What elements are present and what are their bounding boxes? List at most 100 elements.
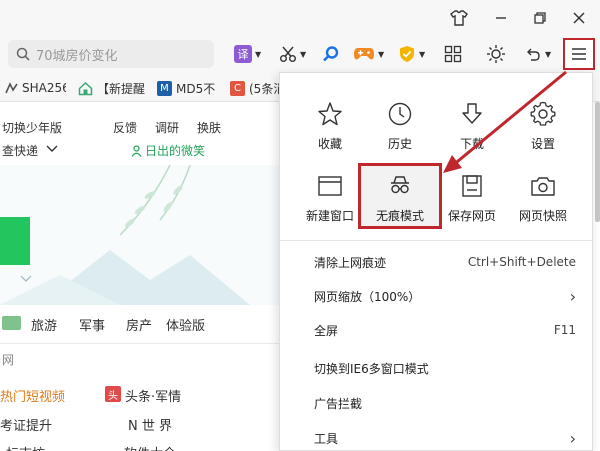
chevron-down-icon: ▼ xyxy=(255,49,262,59)
toutiao-link[interactable]: 头条·军情 xyxy=(125,386,181,405)
menu-fullscreen[interactable]: 全屏 F11 xyxy=(280,313,592,347)
tag-icon xyxy=(2,316,21,330)
chevron-down-icon: ▼ xyxy=(545,49,552,59)
menu-item-label: 切换到IE6多窗口模式 xyxy=(314,361,429,376)
gear-icon xyxy=(528,99,558,129)
survey-link[interactable]: 调研 xyxy=(155,119,179,136)
menu-tools[interactable]: 工具 › xyxy=(280,421,592,451)
game-button[interactable]: ▼ xyxy=(353,42,384,66)
menu-item-label: 网页缩放（100%） xyxy=(314,289,421,304)
search-icon xyxy=(16,47,30,61)
camera-icon xyxy=(528,171,558,201)
shield-icon xyxy=(400,46,414,62)
menu-save-page-label: 保存网页 xyxy=(447,209,496,223)
hot-video-link[interactable]: 热门短视频 xyxy=(0,386,65,405)
menu-save-page[interactable]: 保存网页 xyxy=(432,165,512,235)
main-menu-dropdown: 收藏 历史 下载 设置 新建窗口 无痕模式 保存网页 网页快照 清除上网痕迹 C… xyxy=(279,72,593,451)
express-query-link[interactable]: 查快递 xyxy=(2,142,38,159)
menu-favorites-label: 收藏 xyxy=(317,137,342,151)
menu-settings[interactable]: 设置 xyxy=(503,93,583,163)
menu-new-window-label: 新建窗口 xyxy=(305,209,354,223)
download-icon xyxy=(457,99,487,129)
menu-favorites[interactable]: 收藏 xyxy=(290,93,370,163)
title-bar xyxy=(0,0,600,36)
main-menu-button[interactable] xyxy=(563,38,595,70)
bookmark-item[interactable]: 【新提醒 xyxy=(78,79,146,97)
scrollbar[interactable] xyxy=(595,102,600,222)
feedback-link[interactable]: 反馈 xyxy=(113,119,137,136)
bookmark-item[interactable]: C (5条消 xyxy=(230,79,280,97)
security-button[interactable]: ▼ xyxy=(398,42,425,66)
star-icon xyxy=(315,99,345,129)
bookmark-item[interactable]: M MD5不 xyxy=(157,79,215,97)
sun-icon xyxy=(487,45,505,63)
menu-item-label: 清除上网痕迹 xyxy=(314,255,387,270)
menu-snapshot-label: 网页快照 xyxy=(518,209,567,223)
menu-clear-history[interactable]: 清除上网痕迹 Ctrl+Shift+Delete xyxy=(280,245,592,279)
menu-item-label: 全屏 xyxy=(314,323,339,338)
menu-item-label: 工具 xyxy=(314,431,339,446)
new-window-icon xyxy=(315,171,345,201)
search-input[interactable]: 70城房价变化 xyxy=(8,40,214,68)
menu-adblock[interactable]: 广告拦截 xyxy=(280,386,592,420)
skin-shirt-icon[interactable] xyxy=(447,6,471,30)
menu-settings-label: 设置 xyxy=(530,137,555,151)
close-icon[interactable] xyxy=(567,6,591,30)
m-icon: M xyxy=(157,80,172,96)
find-button[interactable] xyxy=(322,42,340,66)
restore-icon[interactable] xyxy=(528,6,552,30)
banner-green-tab[interactable] xyxy=(0,217,30,265)
bookmark-label: MD5不 xyxy=(176,81,215,96)
logo-link[interactable]: 标志坊 xyxy=(6,443,45,451)
menu-incognito-label: 无痕模式 xyxy=(375,209,424,223)
sha-icon xyxy=(5,81,18,93)
magnifier-icon xyxy=(323,46,339,62)
sunrise-link[interactable]: 日出的微笑 xyxy=(131,142,205,159)
menu-zoom[interactable]: 网页缩放（100%） › xyxy=(280,279,592,313)
nav-realestate[interactable]: 房产 xyxy=(126,315,152,334)
nworld-link[interactable]: N 世 界 xyxy=(128,415,172,434)
menu-ie6-mode[interactable]: 切换到IE6多窗口模式 xyxy=(280,351,592,385)
chevron-down-icon xyxy=(46,145,58,152)
chevron-down-icon: ▼ xyxy=(378,49,385,59)
screenshot-button[interactable]: ▼ xyxy=(279,42,306,66)
brightness-button[interactable] xyxy=(486,42,506,66)
search-placeholder: 70城房价变化 xyxy=(36,48,118,64)
apps-button[interactable] xyxy=(444,42,462,66)
translate-button[interactable]: 译 ▼ xyxy=(234,42,261,66)
undo-icon xyxy=(527,48,540,61)
bookmark-label: SHA256 xyxy=(22,81,66,95)
minimize-icon[interactable] xyxy=(489,6,513,30)
nav-military[interactable]: 军事 xyxy=(79,315,105,334)
gamepad-icon xyxy=(354,48,374,60)
software-link[interactable]: 软件大全 xyxy=(124,443,176,451)
hamburger-icon xyxy=(572,48,586,60)
person-icon xyxy=(131,144,142,157)
chevron-right-icon: › xyxy=(569,428,576,448)
grid-icon xyxy=(444,45,462,63)
scenery-image xyxy=(0,165,280,305)
bookmark-item[interactable]: SHA256 xyxy=(4,79,66,97)
menu-history[interactable]: 历史 xyxy=(360,93,440,163)
menu-divider xyxy=(280,240,592,241)
menu-downloads[interactable]: 下载 xyxy=(432,93,512,163)
exam-link[interactable]: 考证提升 xyxy=(0,415,52,434)
undo-button[interactable]: ▼ xyxy=(524,42,551,66)
sunrise-label: 日出的微笑 xyxy=(145,144,206,158)
bookmark-label: 【新提醒 xyxy=(97,81,146,96)
nav-travel[interactable]: 旅游 xyxy=(31,315,57,334)
incognito-icon xyxy=(385,171,415,201)
nav-beta[interactable]: 体验版 xyxy=(166,315,205,334)
home-icon xyxy=(78,81,93,95)
menu-shortcut: Ctrl+Shift+Delete xyxy=(467,255,576,269)
chevron-down-icon xyxy=(20,275,32,282)
menu-shortcut: F11 xyxy=(553,323,576,337)
save-icon xyxy=(457,171,487,201)
menu-snapshot[interactable]: 网页快照 xyxy=(503,165,583,235)
skin-link[interactable]: 换肤 xyxy=(197,119,221,136)
menu-new-window[interactable]: 新建窗口 xyxy=(290,165,370,235)
divider xyxy=(0,343,279,344)
menu-incognito[interactable]: 无痕模式 xyxy=(360,165,440,235)
menu-item-label: 广告拦截 xyxy=(314,396,363,411)
teen-mode-link[interactable]: 切换少年版 xyxy=(2,119,62,136)
